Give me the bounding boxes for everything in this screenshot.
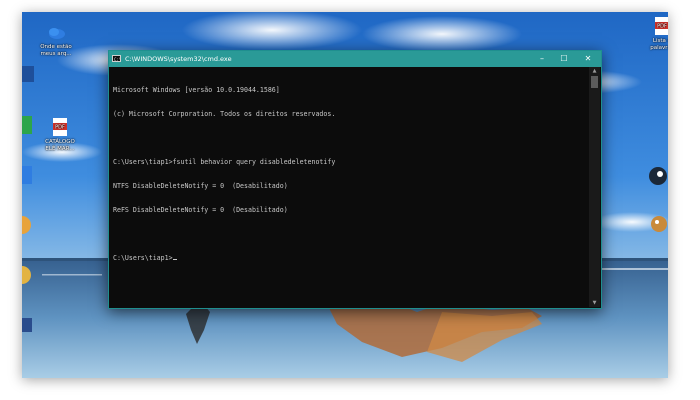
console-output[interactable]: Microsoft Windows [versão 10.0.19044.158… — [113, 70, 587, 304]
window-titlebar[interactable]: C:\ C:\WINDOWS\system32\cmd.exe – ☐ ✕ — [109, 51, 601, 67]
text-cursor — [172, 259, 177, 260]
console-line: (c) Microsoft Corporation. Todos os dire… — [113, 110, 336, 118]
app-icon-left-4[interactable] — [22, 216, 32, 234]
close-button[interactable]: ✕ — [577, 51, 599, 67]
desktop-icon-label: CATÁLOGO ELÉ MAR... — [45, 139, 75, 152]
cmd-window[interactable]: C:\ C:\WINDOWS\system32\cmd.exe – ☐ ✕ Mi… — [108, 50, 602, 309]
app-icon-left-1[interactable] — [22, 66, 34, 82]
pdf-file-icon: PDF — [655, 17, 668, 35]
app-icon-left-5[interactable] — [22, 266, 32, 284]
desktop-screen: Onde estão meus arq... PDF CATÁLOGO ELÉ … — [22, 12, 668, 378]
console-prompt: C:\Users\tiap1> — [113, 254, 173, 262]
maximize-button[interactable]: ☐ — [553, 51, 575, 67]
scroll-up-arrow-icon[interactable]: ▲ — [589, 67, 600, 75]
desktop-icon-pdf-catalog[interactable]: PDF CATÁLOGO ELÉ MAR... — [34, 117, 86, 152]
desktop-icon-label: Onde estão meus arq... — [40, 44, 72, 57]
console-prompt-line[interactable]: C:\Users\tiap1> — [113, 254, 587, 262]
app-icon-left-2[interactable] — [22, 116, 32, 134]
console-line: Microsoft Windows [versão 10.0.19044.158… — [113, 86, 280, 94]
cmd-app-icon: C:\ — [112, 55, 122, 62]
desktop-icon-pdf-lista[interactable]: PDF Lista d palavras — [636, 16, 668, 51]
game-icon[interactable] — [650, 214, 668, 234]
svg-text:PDF: PDF — [657, 24, 667, 30]
desktop-icon-label: Lista d palavras — [650, 38, 668, 51]
window-title: C:\WINDOWS\system32\cmd.exe — [125, 55, 232, 63]
app-icon-left-6[interactable] — [22, 318, 32, 332]
steam-icon[interactable] — [648, 166, 668, 186]
app-icon-left-3[interactable] — [22, 166, 32, 184]
pdf-file-icon: PDF — [53, 118, 67, 136]
console-line: ReFS DisableDeleteNotify = 0 (Desabilita… — [113, 206, 288, 214]
scrollbar-thumb[interactable] — [591, 76, 598, 88]
cloud-icon — [49, 28, 65, 39]
vertical-scrollbar[interactable]: ▲ ▼ — [589, 67, 600, 307]
console-line: C:\Users\tiap1>fsutil behavior query dis… — [113, 158, 336, 166]
scroll-down-arrow-icon[interactable]: ▼ — [589, 299, 600, 307]
svg-text:PDF: PDF — [55, 125, 65, 131]
console-line: NTFS DisableDeleteNotify = 0 (Desabilita… — [113, 182, 288, 190]
desktop-icon-onedrive[interactable]: Onde estão meus arq... — [30, 22, 82, 57]
minimize-button[interactable]: – — [531, 51, 553, 67]
